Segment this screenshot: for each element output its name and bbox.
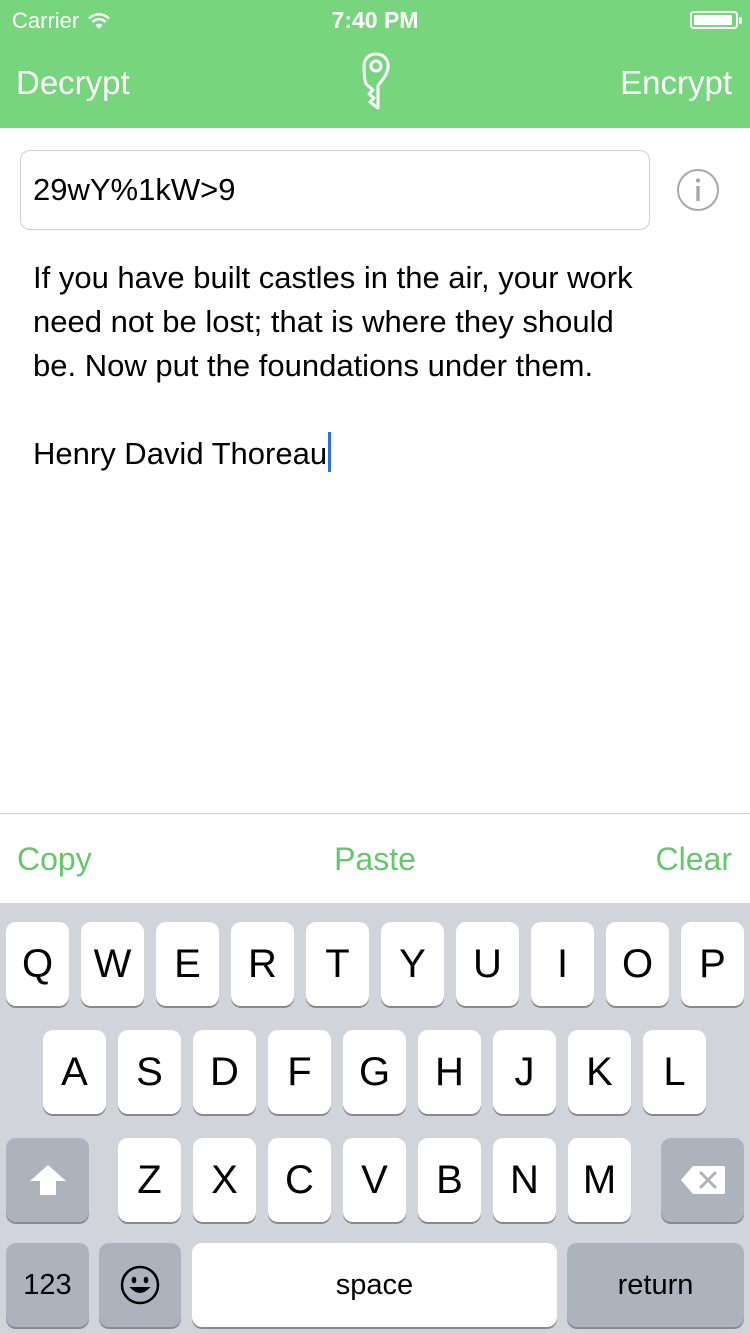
- numbers-key[interactable]: 123: [6, 1243, 89, 1327]
- clock: 7:40 PM: [331, 7, 419, 33]
- battery-icon: [690, 11, 742, 29]
- backspace-icon: [680, 1166, 725, 1194]
- delete-key[interactable]: [661, 1138, 744, 1222]
- key-m[interactable]: M: [568, 1138, 631, 1222]
- emoji-key[interactable]: [99, 1243, 181, 1327]
- key-k[interactable]: K: [568, 1030, 631, 1114]
- clear-button[interactable]: Clear: [656, 841, 732, 878]
- key-c[interactable]: C: [268, 1138, 331, 1222]
- decrypt-button[interactable]: Decrypt: [16, 64, 130, 102]
- key-logo-icon: [362, 52, 390, 110]
- emoji-icon: [120, 1265, 160, 1305]
- paste-button[interactable]: Paste: [0, 841, 750, 878]
- key-d[interactable]: D: [193, 1030, 256, 1114]
- keyboard: Q W E R T Y U I O P A S D F G H J K L Z …: [0, 903, 750, 1334]
- key-u[interactable]: U: [456, 922, 519, 1006]
- key-x[interactable]: X: [193, 1138, 256, 1222]
- info-icon[interactable]: [676, 168, 720, 212]
- key-y[interactable]: Y: [381, 922, 444, 1006]
- message-line: need not be lost; that is where they sho…: [33, 304, 614, 339]
- message-blank-line: [33, 388, 723, 432]
- navigation-header: Carrier 7:40 PM Decrypt Encrypt: [0, 0, 750, 128]
- password-input[interactable]: [20, 150, 650, 230]
- key-w[interactable]: W: [81, 922, 144, 1006]
- shift-key[interactable]: [6, 1138, 89, 1222]
- action-bar: Copy Paste Clear: [0, 813, 750, 903]
- return-key[interactable]: return: [567, 1243, 744, 1327]
- key-z[interactable]: Z: [118, 1138, 181, 1222]
- message-line: If you have built castles in the air, yo…: [33, 260, 633, 295]
- shift-icon: [29, 1165, 66, 1195]
- status-bar: Carrier 7:40 PM: [0, 0, 750, 40]
- key-p[interactable]: P: [681, 922, 744, 1006]
- key-s[interactable]: S: [118, 1030, 181, 1114]
- key-e[interactable]: E: [156, 922, 219, 1006]
- key-f[interactable]: F: [268, 1030, 331, 1114]
- encrypt-button[interactable]: Encrypt: [620, 64, 732, 102]
- message-line: be. Now put the foundations under them.: [33, 348, 594, 383]
- space-key[interactable]: space: [192, 1243, 557, 1327]
- message-signature: Henry David Thoreau: [33, 436, 328, 471]
- key-v[interactable]: V: [343, 1138, 406, 1222]
- key-r[interactable]: R: [231, 922, 294, 1006]
- key-a[interactable]: A: [43, 1030, 106, 1114]
- key-i[interactable]: I: [531, 922, 594, 1006]
- key-j[interactable]: J: [493, 1030, 556, 1114]
- key-l[interactable]: L: [643, 1030, 706, 1114]
- key-t[interactable]: T: [306, 922, 369, 1006]
- text-cursor: [328, 432, 332, 472]
- key-o[interactable]: O: [606, 922, 669, 1006]
- key-g[interactable]: G: [343, 1030, 406, 1114]
- key-b[interactable]: B: [418, 1138, 481, 1222]
- key-q[interactable]: Q: [6, 922, 69, 1006]
- key-n[interactable]: N: [493, 1138, 556, 1222]
- message-text-area[interactable]: If you have built castles in the air, yo…: [33, 256, 723, 476]
- message-signature-line: Henry David Thoreau: [33, 432, 723, 476]
- key-h[interactable]: H: [418, 1030, 481, 1114]
